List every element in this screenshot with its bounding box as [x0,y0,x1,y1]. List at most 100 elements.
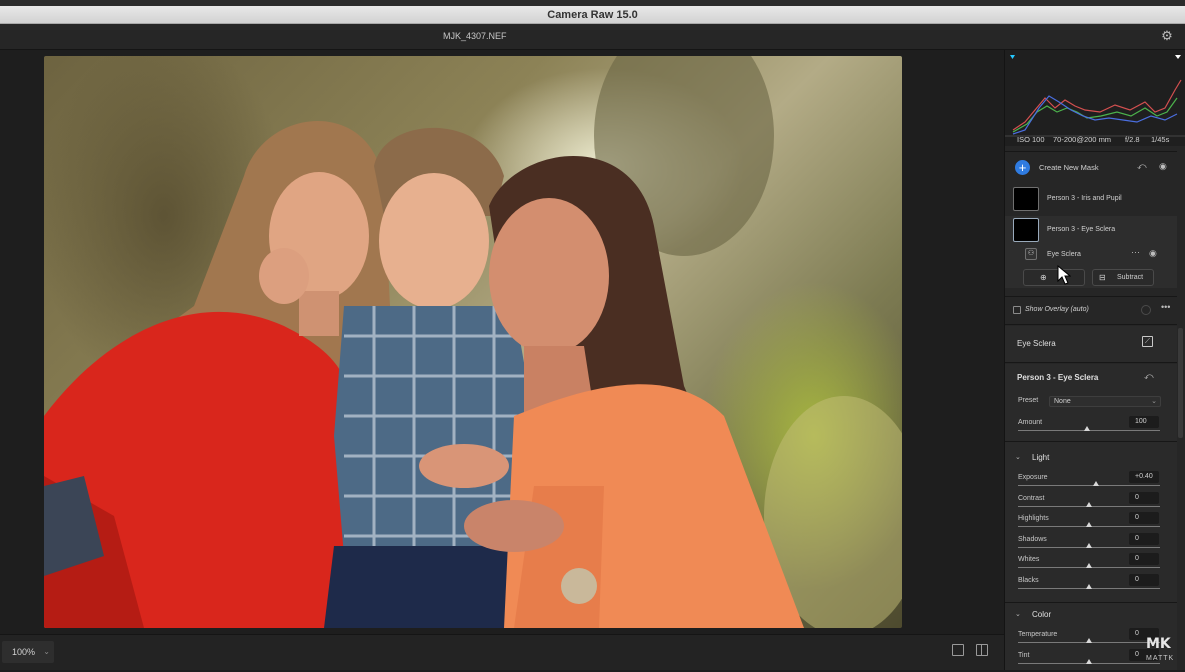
eye-icon[interactable]: ◉ [1149,248,1157,259]
slider-value[interactable]: 0 [1129,532,1159,545]
shadow-clip-icon [1010,55,1015,59]
histogram [1005,50,1185,146]
more-icon[interactable]: ••• [1161,302,1170,312]
watermark-logo: MK [1146,636,1171,652]
exif-iso: ISO 100 [1017,135,1045,144]
histogram-graph [1005,55,1185,137]
slider-value[interactable]: 0 [1129,491,1159,504]
chevron-down-icon[interactable]: ⌄ [1015,610,1021,618]
status-bar: 100% ⌄ [0,634,1004,670]
amount-slider[interactable]: Amount 100 [1005,416,1177,439]
slider-label: Temperature [1018,631,1058,638]
color-section-title[interactable]: Color [1032,610,1051,619]
subtract-icon: ⊟ [1099,273,1106,282]
slider-thumb[interactable] [1086,583,1092,589]
mask-name: Person 3 - Eye Sclera [1047,226,1116,233]
more-icon[interactable]: ··· [1131,247,1140,257]
highlight-clip-icon [1175,55,1181,59]
mask-item-selected[interactable]: Person 3 - Eye Sclera [1005,216,1177,244]
light-section-title[interactable]: Light [1032,453,1049,462]
slider-thumb[interactable] [1084,426,1090,431]
divider [1005,151,1177,152]
image-canvas[interactable] [0,50,1004,634]
overlay-color-icon[interactable] [1141,305,1151,315]
mask-thumbnail [1013,187,1039,211]
divider [1005,602,1177,603]
file-bar: MJK_4307.NEF ⚙ [0,24,1185,50]
slider-thumb[interactable] [1086,522,1092,527]
window-title: Camera Raw 15.0 [547,9,638,21]
slider-thumb[interactable] [1086,658,1092,664]
mask-item[interactable]: Person 3 - Iris and Pupil [1005,185,1177,213]
slider-value[interactable]: 0 [1129,573,1159,586]
slider-thumb[interactable] [1093,481,1100,486]
slider-thumb[interactable] [1086,501,1092,507]
exif-lens: 70-200@200 mm [1053,135,1112,144]
show-overlay-label: Show Overlay (auto) [1025,306,1089,313]
component-title: Eye Sclera [1017,339,1056,348]
panel-scrollbar[interactable] [1178,328,1183,438]
reset-icon[interactable]: ⤺ [1137,161,1147,172]
chevron-down-icon: ⌄ [43,647,50,656]
photo-preview[interactable] [44,56,902,628]
component-name: Eye Sclera [1047,251,1081,258]
amount-label: Amount [1018,419,1043,426]
create-mask-label: Create New Mask [1039,163,1099,172]
chevron-down-icon: ⌄ [1151,398,1157,405]
show-overlay-row[interactable]: Show Overlay (auto) ••• [1005,302,1177,318]
divider [1005,296,1177,297]
mask-thumbnail [1013,218,1039,242]
preset-value: None [1054,398,1071,405]
slider-label: Shadows [1018,535,1047,543]
slider-track[interactable] [1018,485,1160,486]
slider-thumb[interactable] [1086,563,1092,568]
show-overlay-checkbox[interactable] [1013,306,1021,314]
mask-title: Person 3 - Eye Sclera [1017,373,1099,382]
mask-component-row[interactable]: ⚇ Eye Sclera ··· ◉ [1005,247,1177,263]
subtract-button[interactable]: ⊟ Subtract [1092,269,1154,286]
slider-label: Whites [1018,556,1040,563]
photo-subjects [44,56,902,628]
slider-label: Blacks [1018,576,1039,584]
eye-icon[interactable]: ◉ [1159,161,1167,172]
slider-value[interactable]: 0 [1129,512,1159,524]
slider-label: Highlights [1018,515,1049,522]
reset-icon[interactable]: ⤺ [1144,371,1154,382]
add-mask-icon: ⊕ [1040,273,1047,282]
zoom-value: 100% [12,647,36,657]
slider-label: Exposure [1018,474,1048,481]
filename: MJK_4307.NEF [443,31,507,41]
exif-info: ISO 100 70-200@200 mm f/2.8 1/45s [1005,134,1185,148]
slider-label: Tint [1018,651,1030,659]
person-icon: ⚇ [1025,248,1037,260]
create-mask-row[interactable]: + Create New Mask ⤺ ◉ [1005,158,1177,178]
slider-thumb[interactable] [1086,542,1092,548]
slider-blacks[interactable]: Blacks 0 [1005,573,1177,597]
add-to-mask-button[interactable]: ⊕ [1023,269,1085,286]
slider-value[interactable]: +0.40 [1129,471,1159,483]
chevron-down-icon[interactable]: ⌄ [1015,453,1021,461]
right-panel: ISO 100 70-200@200 mm f/2.8 1/45s + Crea… [1004,50,1185,670]
component-header: Eye Sclera ⟋ [1005,326,1177,362]
slider-label: Contrast [1018,494,1045,502]
amount-value[interactable]: 100 [1129,416,1159,428]
add-mask-icon[interactable]: + [1015,160,1030,175]
divider [1005,362,1177,363]
exif-shutter: 1/45s [1151,135,1170,144]
preset-select[interactable]: None ⌄ [1049,396,1161,407]
before-after-icon[interactable] [976,644,988,656]
edit-mask-icon[interactable]: ⟋ [1142,336,1153,347]
exif-aperture: f/2.8 [1125,135,1140,144]
preset-label: Preset [1018,397,1039,404]
mask-name: Person 3 - Iris and Pupil [1047,195,1122,202]
slider-value[interactable]: 0 [1129,553,1159,565]
slider-thumb[interactable] [1086,638,1092,643]
divider [1005,441,1177,442]
divider [1005,324,1177,325]
gear-icon[interactable]: ⚙ [1160,28,1174,46]
watermark-text: MATTK [1146,655,1175,662]
subtract-label: Subtract [1117,274,1144,281]
zoom-select[interactable]: 100% ⌄ [2,641,54,663]
mouse-cursor [1057,264,1072,290]
single-view-icon[interactable] [952,644,964,656]
